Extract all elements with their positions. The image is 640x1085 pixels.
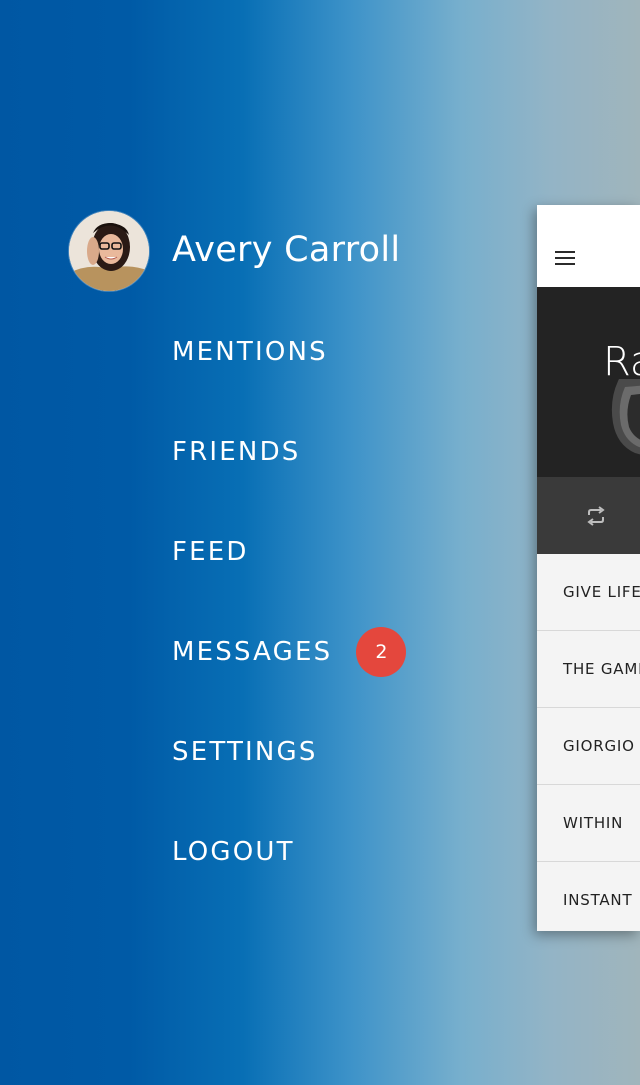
track-row[interactable]: GIVE LIFE [537, 554, 640, 631]
menu-item-mentions[interactable]: MENTIONS [172, 330, 328, 374]
user-avatar[interactable] [69, 211, 149, 291]
menu-item-label: LOGOUT [172, 837, 295, 867]
player-controls [537, 477, 640, 554]
menu-item-logout[interactable]: LOGOUT [172, 830, 295, 874]
helmet-icon [611, 379, 640, 455]
menu-item-feed[interactable]: FEED [172, 530, 249, 574]
app-preview-panel[interactable]: Ra GIVE LIFE THE GAME GIORGIO WITHIN INS… [537, 205, 640, 931]
menu-item-friends[interactable]: FRIENDS [172, 430, 301, 474]
repeat-icon[interactable] [585, 506, 607, 526]
track-row[interactable]: THE GAME [537, 631, 640, 708]
avatar-image [69, 211, 149, 291]
track-row[interactable]: INSTANT [537, 862, 640, 931]
track-title: THE GAME [563, 660, 640, 678]
side-menu: Avery Carroll MENTIONS FRIENDS FEED MESS… [0, 0, 520, 1085]
messages-count-badge: 2 [356, 627, 407, 677]
preview-top-bar [537, 205, 640, 287]
track-title: GIORGIO [563, 737, 635, 755]
menu-item-settings[interactable]: SETTINGS [172, 730, 318, 774]
hamburger-menu-icon[interactable] [555, 251, 575, 265]
menu-item-messages[interactable]: MESSAGES 2 [172, 627, 407, 677]
menu-item-label: MESSAGES [172, 637, 333, 667]
track-row[interactable]: WITHIN [537, 785, 640, 862]
track-title: GIVE LIFE [563, 583, 640, 601]
menu-item-label: FRIENDS [172, 437, 301, 467]
track-title: INSTANT [563, 891, 633, 909]
track-title: WITHIN [563, 814, 624, 832]
menu-item-label: SETTINGS [172, 737, 318, 767]
track-row[interactable]: GIORGIO [537, 708, 640, 785]
menu-item-label: MENTIONS [172, 337, 328, 367]
user-name: Avery Carroll [172, 230, 401, 270]
menu-item-label: FEED [172, 537, 249, 567]
album-hero: Ra [537, 287, 640, 477]
